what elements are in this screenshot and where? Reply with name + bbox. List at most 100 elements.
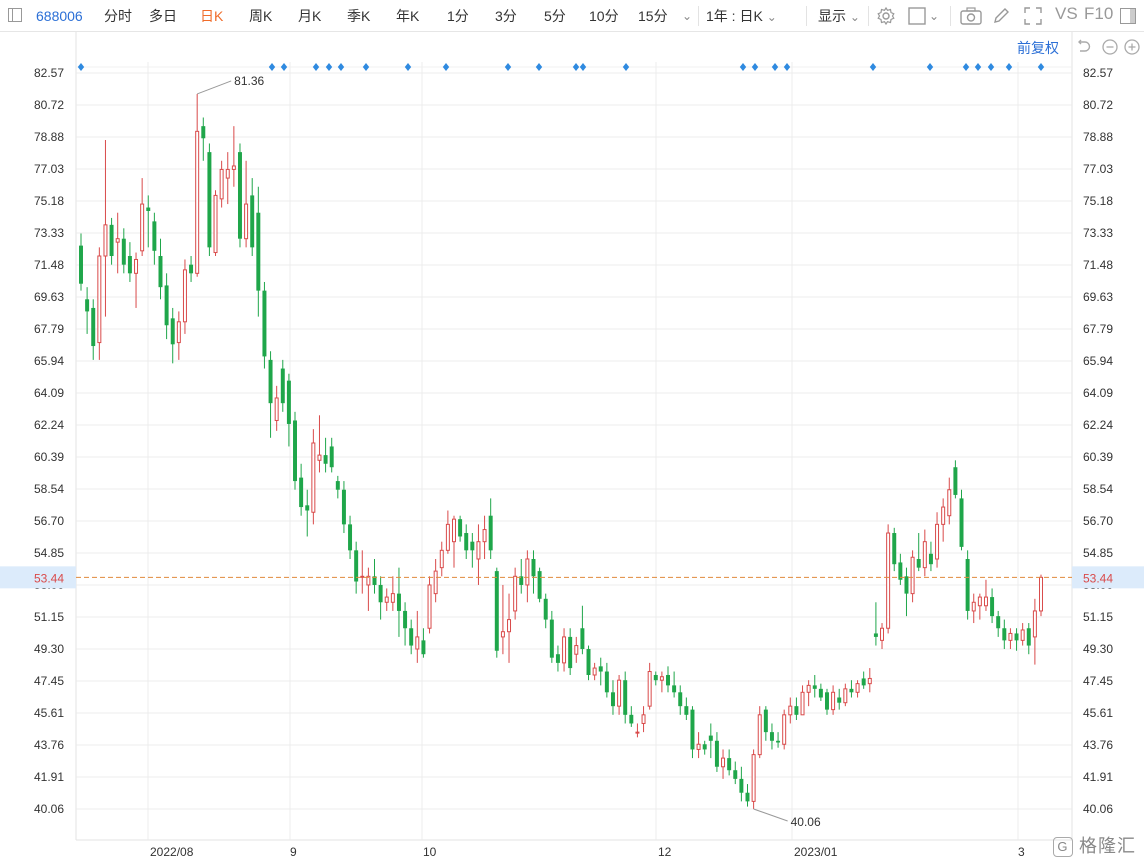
tab-multi-day[interactable]: 多日 — [149, 7, 177, 25]
candle-body-up — [433, 570, 438, 595]
y-tick-label-right: 41.91 — [1083, 770, 1113, 784]
vs-compare-button[interactable]: VS — [1055, 5, 1078, 23]
range-select[interactable]: 1年 : 日K ⌄ — [706, 7, 777, 26]
candle-body-down — [861, 678, 866, 686]
candle-body-down — [121, 238, 126, 265]
candle-body-up — [476, 541, 481, 560]
y-tick-label-right: 80.72 — [1083, 98, 1113, 112]
candlestick-chart[interactable]: 82.57 82.57 80.72 80.72 78.88 78.88 77.03 77.03… — [0, 32, 1144, 864]
x-tick-label: 10 — [423, 845, 437, 859]
candle-body-down — [604, 671, 609, 693]
event-marker-icon — [962, 63, 970, 71]
watermark-logo: G 格隆汇 — [1052, 832, 1136, 858]
candle-body-up — [592, 667, 597, 676]
candle-body-up — [806, 684, 811, 693]
y-tick-label-left: 54.85 — [34, 546, 64, 560]
fullscreen-icon[interactable] — [1024, 7, 1042, 28]
candle-body-up — [696, 743, 701, 750]
y-tick-label-left: 41.91 — [34, 770, 64, 784]
candle-body-up — [1032, 610, 1037, 638]
tab-weekly-k[interactable]: 周K — [249, 7, 272, 25]
candle-body-down — [776, 740, 781, 743]
candle-body-up — [445, 523, 450, 551]
y-tick-label-left: 56.70 — [34, 514, 64, 528]
y-tick-label-right: 69.63 — [1083, 290, 1113, 304]
y-tick-label-right: 47.45 — [1083, 674, 1113, 688]
event-marker-icon — [926, 63, 934, 71]
f10-button[interactable]: F10 — [1084, 5, 1113, 23]
candle-body-up — [244, 203, 249, 240]
candle-body-up — [867, 677, 872, 685]
y-tick-label-right: 60.39 — [1083, 450, 1113, 464]
candle-body-down — [146, 207, 151, 211]
candle-body-down — [237, 152, 242, 239]
candle-body-down — [91, 307, 96, 347]
candle-body-down — [568, 636, 573, 669]
stock-code[interactable]: 688006 — [36, 7, 83, 25]
event-marker-icon — [404, 63, 412, 71]
candle-body-up — [134, 258, 139, 274]
y-tick-label-right: 67.79 — [1083, 322, 1113, 336]
overlay-checkbox-icon[interactable] — [908, 7, 926, 28]
y-tick-label-left: 40.06 — [34, 802, 64, 816]
tab-quarterly-k[interactable]: 季K — [347, 7, 370, 25]
candle-body-down — [329, 446, 334, 468]
y-tick-label-right: 40.06 — [1083, 802, 1113, 816]
event-marker-icon — [312, 63, 320, 71]
candle-body-up — [855, 683, 860, 693]
event-marker-icon — [1037, 63, 1045, 71]
y-tick-label-left: 65.94 — [34, 354, 64, 368]
event-marker-icon — [325, 63, 333, 71]
candle-body-down — [953, 467, 958, 495]
tab-intraday[interactable]: 分时 — [104, 7, 132, 25]
chart-toolbar: 688006 分时 多日 日K 周K 月K 季K 年K 1分 3分 5分 10分… — [0, 0, 1144, 32]
candle-body-down — [629, 714, 634, 724]
display-menu[interactable]: 显示 ⌄ — [818, 7, 860, 26]
tab-10min[interactable]: 10分 — [589, 7, 619, 25]
event-marker-icon — [442, 63, 450, 71]
tab-monthly-k[interactable]: 月K — [298, 7, 321, 25]
y-tick-label-left: 51.15 — [34, 610, 64, 624]
y-tick-label-left: 80.72 — [34, 98, 64, 112]
sidebar-toggle-icon[interactable] — [8, 8, 22, 25]
candle-body-down — [702, 744, 707, 750]
candle-body-down — [849, 688, 854, 693]
candle-body-down — [763, 709, 768, 733]
event-marker-icon — [362, 63, 370, 71]
tab-5min[interactable]: 5分 — [544, 7, 566, 25]
y-tick-label-right: 71.48 — [1083, 258, 1113, 272]
tab-15min[interactable]: 15分 — [638, 7, 668, 25]
event-marker-icon — [504, 63, 512, 71]
candle-body-up — [647, 671, 652, 707]
pencil-icon[interactable] — [992, 7, 1010, 28]
y-tick-label-left: 75.18 — [34, 194, 64, 208]
tab-3min[interactable]: 3分 — [495, 7, 517, 25]
event-marker-icon — [1005, 63, 1013, 71]
candle-body-up — [935, 523, 940, 560]
x-tick-label: 2023/01 — [794, 845, 838, 859]
y-tick-label-left: 64.09 — [34, 386, 64, 400]
candle-body-up — [880, 627, 885, 641]
candle-body-up — [983, 596, 988, 607]
side-panel-toggle-icon[interactable] — [1120, 8, 1136, 27]
x-tick-label: 9 — [290, 845, 297, 859]
candle-body-down — [299, 477, 304, 508]
tab-daily-k[interactable]: 日K — [200, 7, 223, 25]
watermark-logo-icon: G — [1052, 837, 1073, 858]
candle-body-up — [977, 596, 982, 607]
tab-1min[interactable]: 1分 — [447, 7, 469, 25]
candle-body-up — [1020, 629, 1025, 641]
candle-body-down — [684, 706, 689, 715]
camera-icon[interactable] — [960, 7, 982, 28]
candle-body-down — [990, 597, 995, 617]
more-periods-chevron-icon[interactable]: ⌄ — [682, 7, 692, 25]
event-marker-icon — [77, 63, 85, 71]
candle-body-up — [635, 731, 640, 734]
settings-gear-icon[interactable] — [876, 6, 896, 29]
tab-yearly-k[interactable]: 年K — [396, 7, 419, 25]
candle-body-down — [341, 489, 346, 525]
y-tick-label-left: 58.54 — [34, 482, 64, 496]
candle-body-down — [1026, 628, 1031, 646]
overlay-chevron-icon[interactable]: ⌄ — [929, 7, 939, 25]
candle-body-up — [317, 454, 322, 461]
